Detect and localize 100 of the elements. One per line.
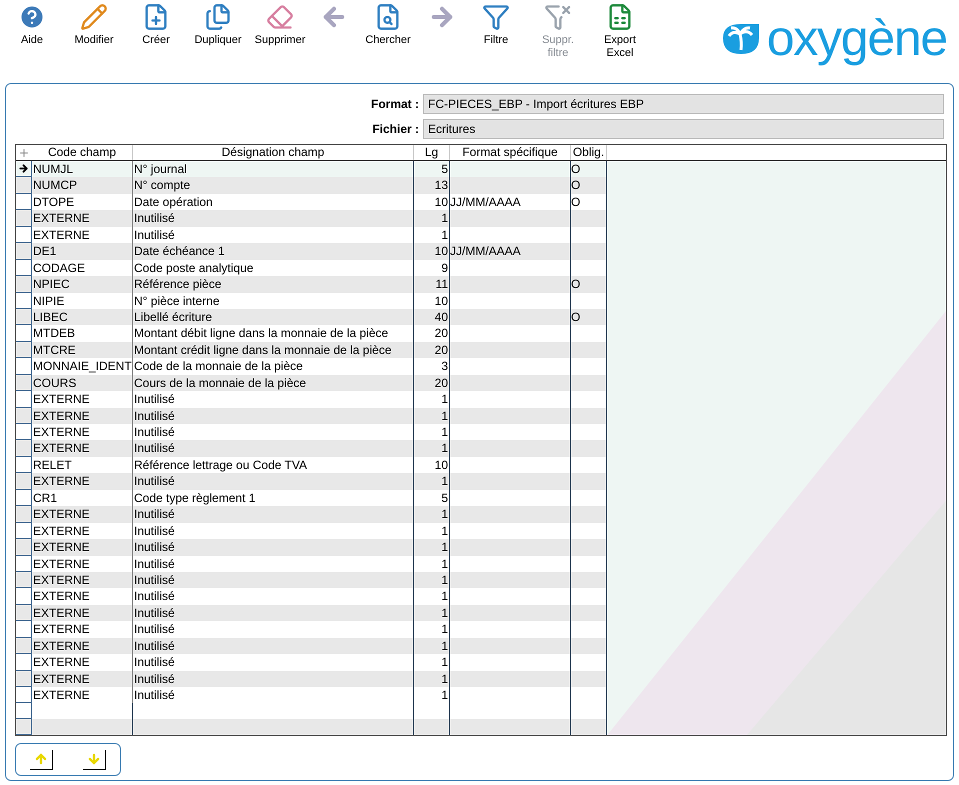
table-cell: 1 — [441, 556, 448, 570]
table-cell: LIBEC — [33, 310, 68, 324]
table-row[interactable]: EXTERNE Inutilisé 1 — [16, 604, 607, 622]
table-row[interactable]: NIPIE N° pièce interne 10 — [16, 292, 607, 309]
empty-row[interactable] — [16, 719, 607, 736]
toolbar-button[interactable]: Supprimer — [252, 3, 308, 47]
table-row[interactable]: LIBEC Libellé écriture 40 O — [16, 308, 607, 326]
table-row[interactable]: EXTERNE Inutilisé 1 — [16, 588, 607, 605]
toolbar-button[interactable]: Créer — [128, 3, 184, 47]
table-cell: EXTERNE — [33, 507, 90, 522]
column-header[interactable]: Lg — [414, 145, 450, 160]
table-row[interactable]: EXTERNE Inutilisé 1 — [16, 687, 607, 704]
table-row[interactable]: DE1 Date échéance 1 10 JJ/MM/AAAA — [16, 243, 607, 260]
table-row[interactable]: COURS Cours de la monnaie de la pièce 20 — [16, 374, 607, 392]
table-cell: Inutilisé — [134, 688, 175, 702]
table-row[interactable]: EXTERNE Inutilisé 1 — [16, 210, 607, 227]
table-cell: O — [571, 162, 580, 176]
move-down-button[interactable] — [83, 750, 106, 770]
table-cell: Inutilisé — [134, 425, 175, 439]
table-row[interactable]: EXTERNE Inutilisé 1 — [16, 506, 607, 523]
table-row[interactable]: MONNAIE_IDENT Code de la monnaie de la pièce 3 — [16, 358, 607, 375]
column-header[interactable]: Oblig. — [571, 145, 607, 160]
table-cell: Inutilisé — [134, 441, 175, 456]
table-row[interactable]: EXTERNE Inutilisé 1 — [16, 424, 607, 440]
table-cell: Inutilisé — [134, 507, 175, 522]
table-row[interactable]: CR1 Code type règlement 1 5 — [16, 490, 607, 506]
toolbar-button[interactable]: Export Excel — [592, 3, 648, 60]
table-cell: Inutilisé — [134, 672, 175, 686]
table-row[interactable]: EXTERNE Inutilisé 1 — [16, 654, 607, 671]
table-row[interactable]: EXTERNE Inutilisé 1 — [16, 539, 607, 556]
input-field[interactable]: Ecritures — [423, 119, 944, 139]
table-cell: 10 — [434, 244, 448, 258]
table-cell: N° compte — [134, 178, 190, 192]
toolbar-button[interactable]: Dupliquer — [190, 3, 246, 47]
table-cell: 1 — [441, 572, 448, 587]
column-header[interactable]: Code champ — [32, 145, 133, 160]
clear-filter-icon — [544, 3, 572, 31]
table-cell: EXTERNE — [33, 474, 90, 488]
table-row[interactable]: EXTERNE Inutilisé 1 — [16, 391, 607, 408]
table-cell: 3 — [441, 359, 448, 374]
table-cell: 1 — [441, 441, 448, 456]
table-row[interactable]: EXTERNE Inutilisé 1 — [16, 638, 607, 654]
table-cell: CR1 — [33, 490, 58, 505]
table-cell: Inutilisé — [134, 556, 175, 570]
toolbar-button[interactable]: Modifier — [66, 3, 122, 47]
table-row[interactable]: EXTERNE Inutilisé 1 — [16, 408, 607, 424]
table-row[interactable]: NUMCP N° compte 13 O — [16, 177, 607, 194]
toolbar-button[interactable]: Filtre — [468, 3, 524, 47]
table-cell: 5 — [441, 162, 448, 176]
table-row[interactable]: RELET Référence lettrage ou Code TVA 10 — [16, 456, 607, 474]
table-cell: 10 — [434, 458, 448, 472]
down-arrow-icon — [87, 752, 101, 766]
table-row[interactable]: MTDEB Montant débit ligne dans la monnaie de la pièce 20 — [16, 325, 607, 342]
eraser-icon — [266, 3, 294, 31]
table-cell: 20 — [434, 342, 448, 357]
table-cell: Inutilisé — [134, 540, 175, 554]
table-cell: EXTERNE — [33, 606, 90, 620]
input-field[interactable]: FC-PIECES_EBP - Import écritures EBP — [423, 94, 944, 114]
table-row[interactable]: EXTERNE Inutilisé 1 — [16, 556, 607, 572]
table-row[interactable]: EXTERNE Inutilisé 1 — [16, 572, 607, 588]
table-cell: 1 — [441, 228, 448, 242]
table-cell: Inutilisé — [134, 638, 175, 653]
table-row[interactable]: MTCRE Montant crédit ligne dans la monnaie de la pièce 20 — [16, 342, 607, 358]
field-label: Format : — [371, 96, 419, 113]
table-row[interactable]: EXTERNE Inutilisé 1 — [16, 522, 607, 540]
column-header[interactable]: Format spécifique — [450, 145, 571, 160]
table-cell: 1 — [441, 688, 448, 702]
table-cell: Inutilisé — [134, 474, 175, 488]
move-up-button[interactable] — [30, 750, 53, 770]
table-cell: Montant débit ligne dans la monnaie de la pièce — [134, 326, 388, 340]
table-row[interactable]: EXTERNE Inutilisé 1 — [16, 473, 607, 490]
table-cell: 13 — [434, 178, 448, 192]
table-row[interactable]: CODAGE Code poste analytique 9 — [16, 260, 607, 276]
table-cell: Inutilisé — [134, 655, 175, 670]
table-row[interactable]: DTOPE Date opération 10 JJ/MM/AAAA O — [16, 194, 607, 210]
table-row[interactable]: EXTERNE Inutilisé 1 — [16, 670, 607, 687]
table-cell: DE1 — [33, 244, 56, 258]
table-cell: 1 — [441, 474, 448, 488]
table-cell: MTDEB — [33, 326, 75, 340]
table-cell: 1 — [441, 507, 448, 522]
table-row[interactable]: EXTERNE Inutilisé 1 — [16, 440, 607, 457]
column-header[interactable]: Désignation champ — [133, 145, 414, 160]
table-cell: Inutilisé — [134, 408, 175, 423]
table-row[interactable]: NUMJL N° journal 5 O — [16, 161, 607, 178]
table-cell: JJ/MM/AAAA — [450, 194, 521, 209]
table-row[interactable]: NPIEC Référence pièce 11 O — [16, 276, 607, 292]
table-cell: 5 — [441, 490, 448, 505]
table-cell: Code de la monnaie de la pièce — [134, 359, 303, 374]
toolbar-button[interactable]: Aide — [4, 3, 60, 47]
table-row[interactable]: EXTERNE Inutilisé 1 — [16, 621, 607, 638]
table-cell: EXTERNE — [33, 572, 90, 587]
table-cell: 20 — [434, 326, 448, 340]
table-cell: EXTERNE — [33, 524, 90, 538]
table-cell: EXTERNE — [33, 655, 90, 670]
table-cell: Inutilisé — [134, 572, 175, 587]
table-cell: 1 — [441, 211, 448, 226]
toolbar-button[interactable]: Chercher — [360, 3, 416, 47]
table-row[interactable]: EXTERNE Inutilisé 1 — [16, 226, 607, 244]
table-cell: EXTERNE — [33, 228, 90, 242]
table-cell: 1 — [441, 638, 448, 653]
